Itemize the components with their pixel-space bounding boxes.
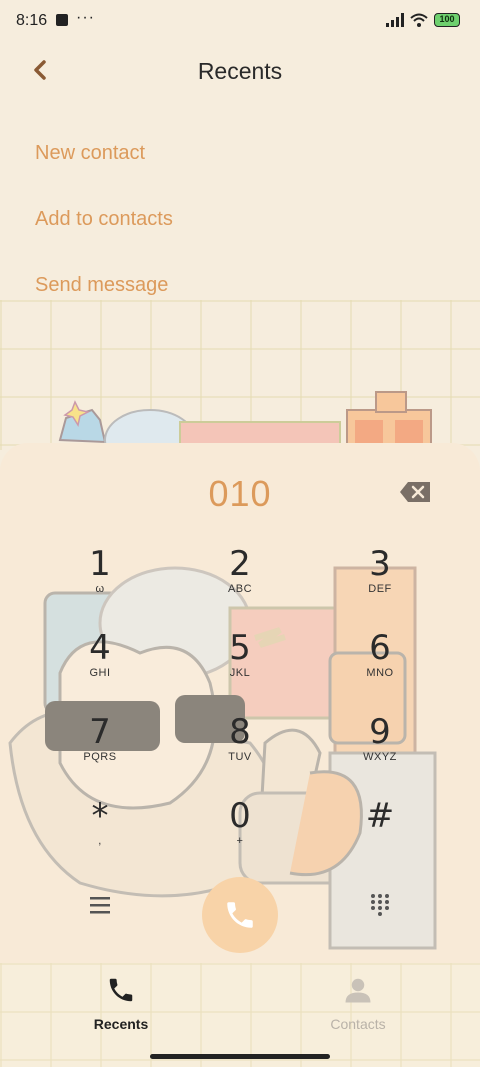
phone-icon [109, 978, 133, 1002]
wifi-icon [410, 13, 428, 27]
key-digit: 8 [229, 712, 251, 752]
tab-contacts-label: Contacts [330, 1016, 386, 1032]
key-8[interactable]: 8 TUV [180, 713, 300, 785]
key-letters: ABC [227, 583, 253, 595]
key-9[interactable]: 9 WXYZ [320, 713, 440, 785]
key-digit: 0 [229, 796, 251, 836]
key-letters: MNO [366, 667, 394, 679]
bottom-nav: Recents Contacts [0, 963, 480, 1067]
key-3[interactable]: 3 DEF [320, 545, 440, 617]
add-to-contacts-option[interactable]: Add to contacts [35, 208, 173, 231]
key-digit: 7 [89, 712, 111, 752]
key-digit: 5 [229, 628, 251, 668]
key-letters: , [98, 835, 102, 847]
key-letters: GHI [89, 667, 111, 679]
key-digit: 9 [369, 712, 391, 752]
backspace-button[interactable] [399, 481, 431, 503]
battery-icon: 100 [434, 13, 460, 27]
key-digit: * [91, 796, 109, 836]
key-letters: JKL [229, 667, 251, 679]
notification-icon [56, 14, 68, 26]
header: Recents [0, 42, 480, 102]
key-0[interactable]: 0 + [180, 797, 300, 869]
key-hash[interactable]: # [320, 797, 440, 869]
person-icon [345, 978, 371, 1003]
key-2[interactable]: 2 ABC [180, 545, 300, 617]
key-letters: + [236, 835, 244, 847]
menu-button[interactable] [86, 891, 114, 919]
key-letters: WXYZ [363, 751, 397, 763]
call-button[interactable] [202, 877, 278, 953]
tab-recents-label: Recents [93, 1016, 149, 1032]
status-bar: 8:16 ··· 100 [0, 0, 480, 42]
status-time: 8:16 [16, 12, 48, 29]
dial-panel: 010 1 ω 2 ABC 3 DEF 4 GHI 5 JKL 6 MNO 7 … [0, 443, 480, 963]
key-5[interactable]: 5 JKL [180, 629, 300, 701]
new-contact-option[interactable]: New contact [35, 142, 145, 165]
key-7[interactable]: 7 PQRS [40, 713, 160, 785]
wallpaper-decoration [58, 391, 432, 450]
phone-icon [227, 902, 253, 928]
key-digit: 6 [369, 628, 391, 668]
key-1[interactable]: 1 ω [40, 545, 160, 617]
send-message-option[interactable]: Send message [35, 274, 168, 297]
key-letters: DEF [368, 583, 392, 595]
key-letters: TUV [228, 751, 252, 763]
voicemail-icon: ω [95, 583, 105, 595]
signal-icon [386, 13, 404, 27]
page-title: Recents [197, 58, 283, 84]
key-digit: 2 [229, 544, 251, 584]
key-6[interactable]: 6 MNO [320, 629, 440, 701]
key-digit: 1 [89, 544, 111, 584]
key-digit: 4 [89, 628, 111, 668]
key-star[interactable]: * , [40, 797, 160, 869]
dialpad-icon[interactable] [366, 891, 394, 919]
key-digit: 3 [369, 544, 391, 584]
home-indicator[interactable] [150, 1054, 330, 1059]
key-digit: # [365, 796, 395, 836]
key-4[interactable]: 4 GHI [40, 629, 160, 701]
tab-recents[interactable]: Recents [61, 975, 181, 1032]
tab-contacts[interactable]: Contacts [298, 975, 418, 1032]
more-notifications-icon: ··· [76, 9, 95, 26]
key-letters: PQRS [83, 751, 117, 763]
status-icons: 100 [386, 13, 460, 27]
